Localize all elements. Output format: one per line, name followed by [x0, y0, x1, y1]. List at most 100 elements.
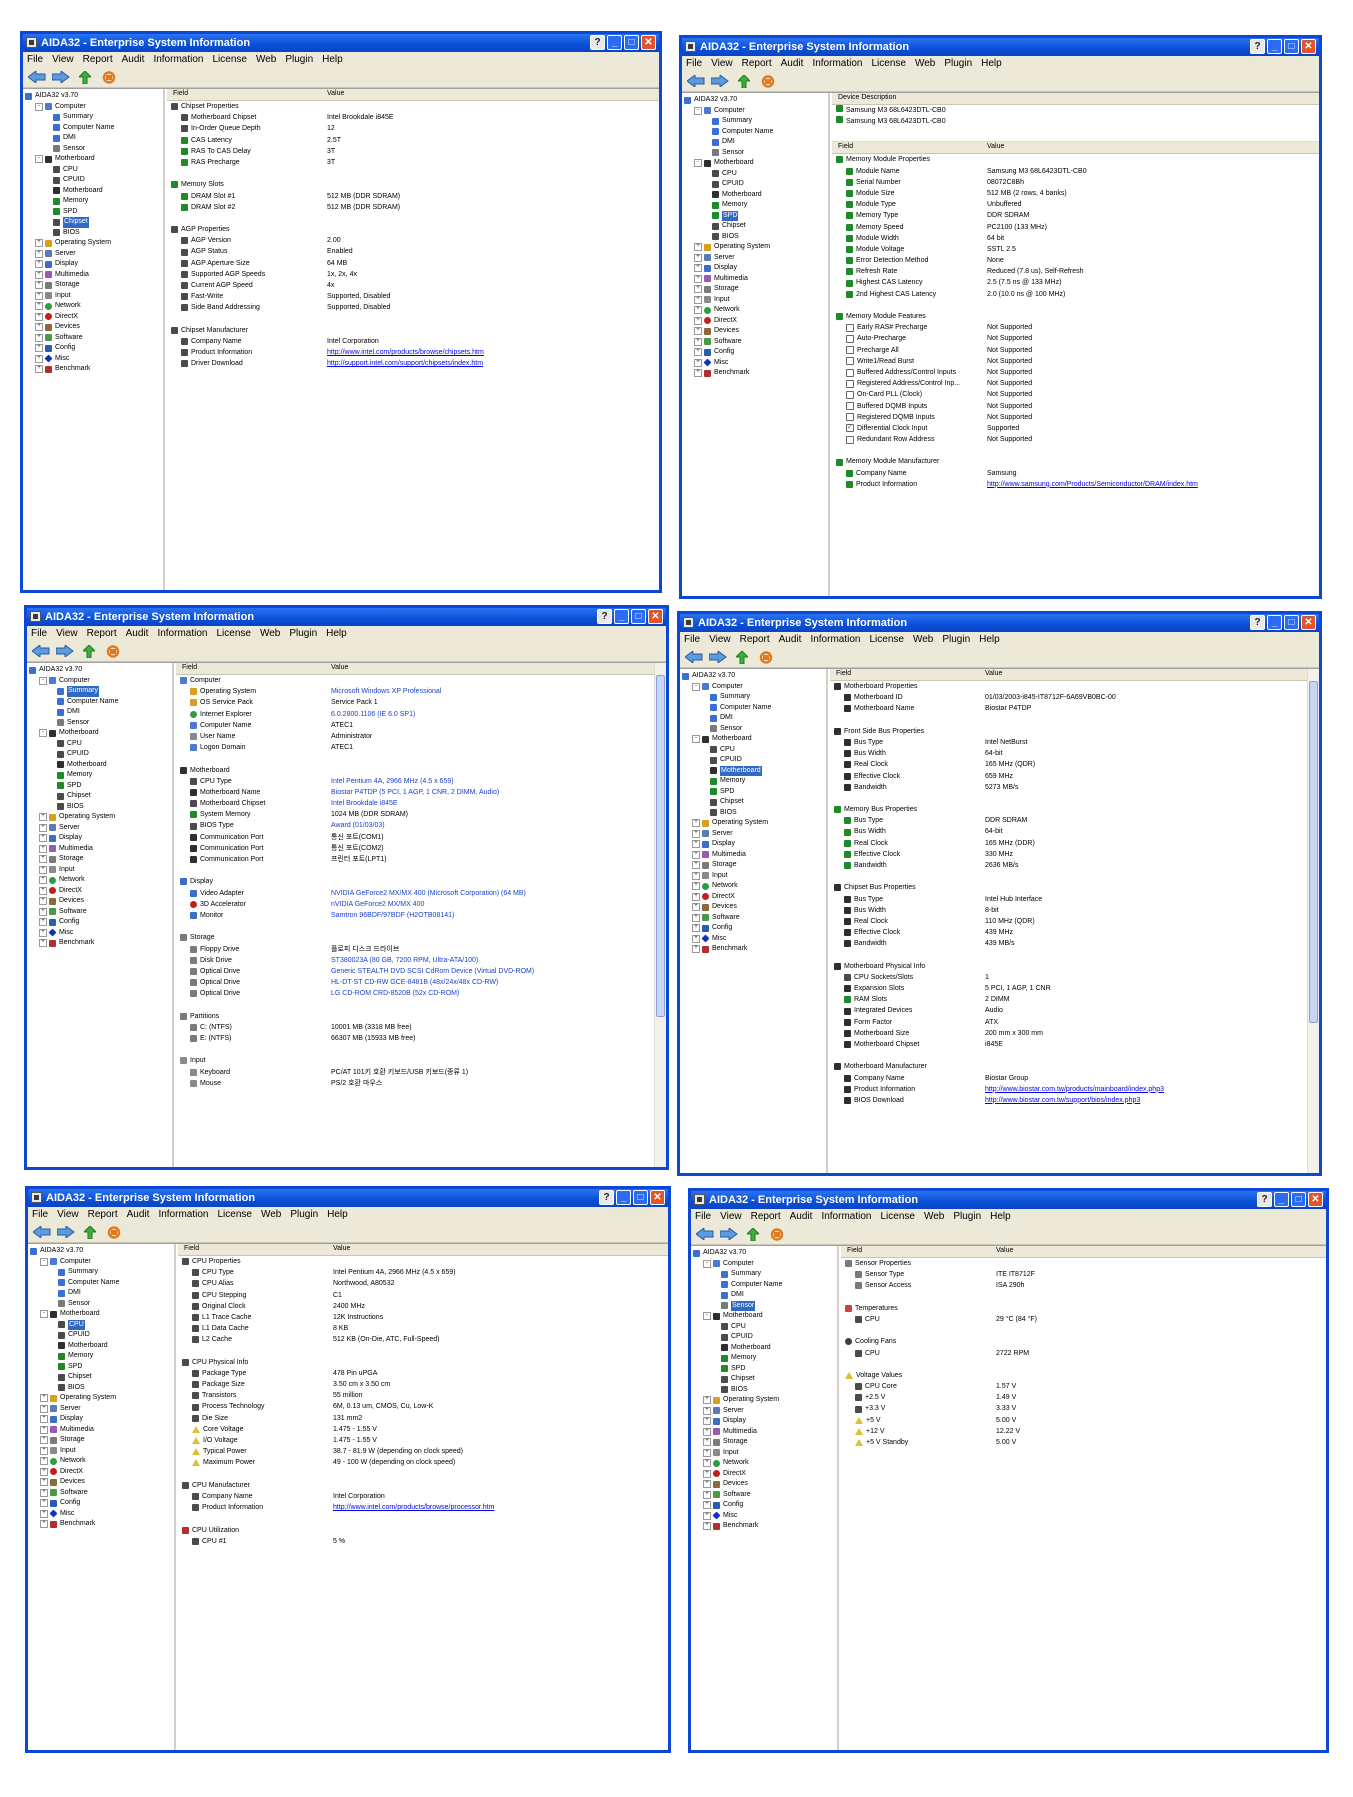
tree-item-config[interactable]: + Config: [28, 1498, 174, 1509]
tree-item-spd[interactable]: SPD: [23, 207, 163, 218]
tree-item-display[interactable]: + Display: [23, 259, 163, 270]
tree-item-software[interactable]: + Software: [27, 907, 172, 918]
tree-item-chipset[interactable]: Chipset: [680, 797, 826, 808]
tree-item-summary[interactable]: Summary: [691, 1269, 837, 1280]
table-row[interactable]: Bandwidth 439 MB/s: [830, 938, 1307, 949]
tree-item-aida32-v3-70[interactable]: AIDA32 v3.70: [23, 91, 163, 102]
menu-help[interactable]: Help: [322, 52, 343, 67]
menu-help[interactable]: Help: [327, 1207, 348, 1222]
tree-item-aida32-v3-70[interactable]: AIDA32 v3.70: [28, 1246, 174, 1257]
expand-toggle[interactable]: +: [35, 302, 43, 311]
table-row[interactable]: Motherboard Chipset Intel Brookdale i845E: [167, 112, 659, 123]
tree-item-config[interactable]: + Config: [682, 347, 828, 358]
table-row[interactable]: AGP Aperture Size 64 MB: [167, 258, 659, 269]
menu-file[interactable]: File: [695, 1209, 711, 1224]
menu-plugin[interactable]: Plugin: [953, 1209, 981, 1224]
menu-license[interactable]: License: [871, 56, 905, 71]
up-icon[interactable]: [75, 70, 95, 84]
tree-item-motherboard[interactable]: Motherboard: [691, 1343, 837, 1354]
menu-license[interactable]: License: [212, 52, 246, 67]
expand-toggle[interactable]: +: [35, 281, 43, 290]
table-row[interactable]: Core Voltage 1.475 - 1.55 V: [178, 1424, 668, 1435]
menu-license[interactable]: License: [216, 626, 250, 641]
tree-item-cpu[interactable]: CPU: [682, 169, 828, 180]
up-icon[interactable]: [743, 1227, 763, 1241]
tree-item-memory[interactable]: Memory: [680, 776, 826, 787]
tree-item-chipset[interactable]: Chipset: [23, 217, 163, 228]
menu-web[interactable]: Web: [256, 52, 276, 67]
device-item[interactable]: Samsung M3 68L6423DTL-CB0: [832, 116, 1319, 127]
tree-item-dmi[interactable]: DMI: [680, 713, 826, 724]
expand-toggle[interactable]: -: [694, 106, 702, 115]
table-row[interactable]: AGP Status Enabled: [167, 246, 659, 257]
tree-item-network[interactable]: + Network: [27, 875, 172, 886]
maximize-button[interactable]: □: [633, 1190, 648, 1205]
table-row[interactable]: CPU Type Intel Pentium 4A, 2966 MHz (4.5 …: [178, 1267, 668, 1278]
menu-view[interactable]: View: [52, 52, 74, 67]
menu-report[interactable]: Report: [751, 1209, 781, 1224]
table-row[interactable]: Module Width 64 bit: [832, 233, 1319, 244]
tree-item-multimedia[interactable]: + Multimedia: [680, 850, 826, 861]
expand-toggle[interactable]: +: [40, 1509, 48, 1518]
expand-toggle[interactable]: +: [35, 291, 43, 300]
table-row[interactable]: Memory Type DDR SDRAM: [832, 210, 1319, 221]
tree-item-config[interactable]: + Config: [691, 1500, 837, 1511]
up-icon[interactable]: [80, 1225, 100, 1239]
table-row[interactable]: Module Name Samsung M3 68L6423DTL-CB0: [832, 166, 1319, 177]
table-row[interactable]: CPU Type Intel Pentium 4A, 2966 MHz (4.5 …: [176, 776, 654, 787]
table-row[interactable]: Motherboard Chipset Intel Brookdale i845E: [176, 798, 654, 809]
table-row[interactable]: RAS Precharge 3T: [167, 157, 659, 168]
close-button[interactable]: ✕: [648, 609, 663, 624]
up-icon[interactable]: [734, 74, 754, 88]
expand-toggle[interactable]: +: [35, 344, 43, 353]
menu-plugin[interactable]: Plugin: [289, 626, 317, 641]
tree-item-motherboard[interactable]: Motherboard: [23, 186, 163, 197]
expand-toggle[interactable]: +: [692, 924, 700, 933]
help-button[interactable]: ?: [1250, 39, 1265, 54]
forward-icon[interactable]: [708, 650, 728, 664]
tree-item-summary[interactable]: Summary: [23, 112, 163, 123]
expand-toggle[interactable]: +: [692, 934, 700, 943]
tree-item-chipset[interactable]: Chipset: [28, 1372, 174, 1383]
tree-item-computer[interactable]: - Computer: [680, 682, 826, 693]
expand-toggle[interactable]: +: [692, 850, 700, 859]
table-row[interactable]: Form Factor ATX: [830, 1017, 1307, 1028]
table-row[interactable]: Sensor Type ITE IT8712F: [841, 1269, 1326, 1280]
table-row[interactable]: Computer Name ATEC1: [176, 720, 654, 731]
expand-toggle[interactable]: +: [35, 354, 43, 363]
expand-toggle[interactable]: +: [703, 1459, 711, 1468]
menu-web[interactable]: Web: [915, 56, 935, 71]
table-row[interactable]: Module Type Unbuffered: [832, 199, 1319, 210]
table-row[interactable]: Original Clock 2400 MHz: [178, 1301, 668, 1312]
table-row[interactable]: Video Adapter NVIDIA GeForce2 MX/MX 400 (…: [176, 888, 654, 899]
expand-toggle[interactable]: +: [35, 312, 43, 321]
expand-toggle[interactable]: +: [39, 886, 47, 895]
menu-audit[interactable]: Audit: [126, 626, 149, 641]
table-row[interactable]: Product Information http://www.samsung.co…: [832, 479, 1319, 490]
vertical-scrollbar[interactable]: [654, 663, 666, 1167]
table-row[interactable]: CPU 2722 RPM: [841, 1348, 1326, 1359]
table-row[interactable]: CPU Sockets/Slots 1: [830, 972, 1307, 983]
table-row[interactable]: +2.5 V 1.49 V: [841, 1392, 1326, 1403]
expand-toggle[interactable]: +: [703, 1522, 711, 1531]
table-row[interactable]: Process Technology 6M, 0.13 um, CMOS, Cu,…: [178, 1401, 668, 1412]
tree-item-devices[interactable]: + Devices: [691, 1479, 837, 1490]
maximize-button[interactable]: □: [1284, 39, 1299, 54]
table-row[interactable]: Motherboard Name Biostar P4TDP: [830, 703, 1307, 714]
table-row[interactable]: CPU Stepping C1: [178, 1290, 668, 1301]
column-field[interactable]: Field: [838, 143, 853, 150]
expand-toggle[interactable]: +: [694, 306, 702, 315]
tree-item-storage[interactable]: + Storage: [691, 1437, 837, 1448]
tree-item-config[interactable]: + Config: [23, 343, 163, 354]
table-row[interactable]: RAS To CAS Delay 3T: [167, 146, 659, 157]
tree-item-network[interactable]: + Network: [682, 305, 828, 316]
tree-item-config[interactable]: + Config: [27, 917, 172, 928]
vertical-scrollbar[interactable]: [1307, 669, 1319, 1173]
table-row[interactable]: Registered Address/Control Inp... Not Sup…: [832, 378, 1319, 389]
minimize-button[interactable]: _: [1267, 615, 1282, 630]
table-row[interactable]: I/O Voltage 1.475 - 1.55 V: [178, 1435, 668, 1446]
tree-item-config[interactable]: + Config: [680, 923, 826, 934]
table-row[interactable]: Company Name Biostar Group: [830, 1073, 1307, 1084]
tree-item-computer-name[interactable]: Computer Name: [691, 1280, 837, 1291]
tree-item-motherboard[interactable]: - Motherboard: [23, 154, 163, 165]
